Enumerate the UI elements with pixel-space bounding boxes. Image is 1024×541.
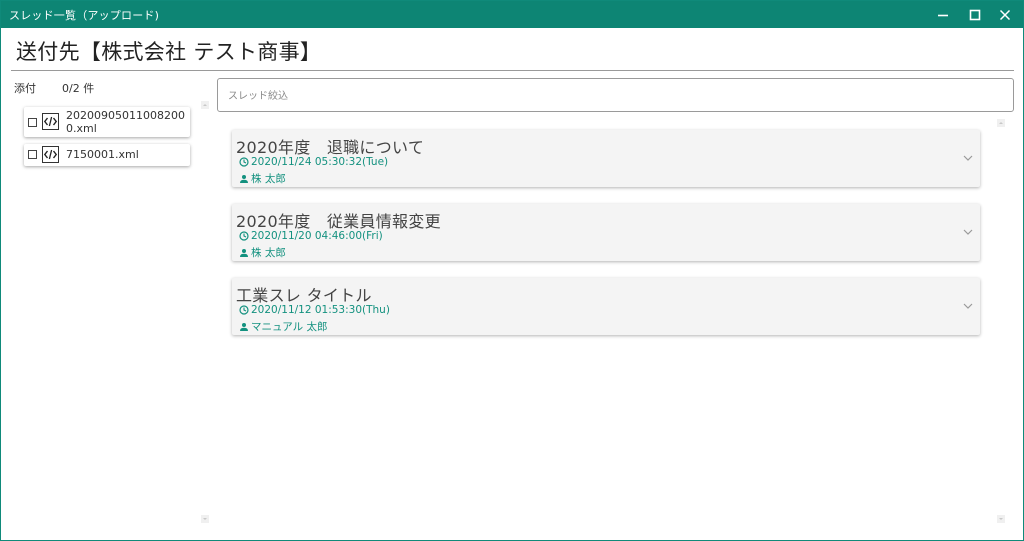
thread-author-text: 株 太郎: [251, 247, 286, 259]
thread-datetime: 2020/11/12 01:53:30(Thu): [239, 304, 390, 316]
thread-title: 2020年度 退職について: [236, 138, 425, 157]
thread-datetime: 2020/11/20 04:46:00(Fri): [239, 230, 383, 242]
maximize-icon: [969, 9, 981, 20]
thread-datetime-text: 2020/11/24 05:30:32(Tue): [251, 156, 389, 168]
thread-author-text: マニュアル 太郎: [251, 321, 328, 333]
chevron-down-icon[interactable]: [962, 300, 974, 312]
title-divider: [11, 70, 1014, 71]
minimize-button[interactable]: [927, 1, 959, 28]
person-icon: [240, 248, 248, 257]
scroll-down-icon: [201, 515, 209, 523]
thread-title: 工業スレ タイトル: [236, 286, 372, 305]
xml-code-icon: [42, 113, 59, 130]
attachment-filename: 7150001.xml: [66, 148, 139, 161]
page-title: 送付先【株式会社 テスト商事】: [16, 40, 322, 64]
thread-datetime: 2020/11/24 05:30:32(Tue): [239, 156, 388, 168]
thread-card[interactable]: 工業スレ タイトル 2020/11/12 01:53:30(Thu) マニュアル…: [232, 278, 980, 335]
person-icon: [240, 322, 248, 331]
clock-icon: [239, 231, 249, 241]
scroll-down-arrow[interactable]: [200, 514, 210, 524]
maximize-button[interactable]: [959, 1, 991, 28]
close-button[interactable]: [989, 1, 1021, 28]
thread-author: 株 太郎: [239, 171, 286, 186]
scroll-down-icon: [997, 515, 1005, 523]
thread-datetime-text: 2020/11/20 04:46:00(Fri): [251, 230, 383, 242]
clock-icon: [239, 305, 249, 315]
person-icon: [240, 174, 248, 183]
thread-author: 株 太郎: [239, 245, 286, 260]
scroll-up-arrow[interactable]: [996, 118, 1006, 128]
scroll-down-arrow[interactable]: [996, 514, 1006, 524]
thread-author: マニュアル 太郎: [239, 319, 328, 334]
scroll-up-icon: [997, 119, 1005, 127]
app-window: スレッド一覧（アップロード) 送付先【株式会社 テスト商事】 添付 0/2 件 …: [0, 0, 1024, 541]
attachments-count: 0/2 件: [62, 82, 95, 95]
attachment-item[interactable]: 202009050110082000.xml: [24, 107, 190, 137]
attachment-checkbox[interactable]: [28, 118, 37, 127]
thread-author-text: 株 太郎: [251, 173, 286, 185]
scroll-up-icon: [201, 101, 209, 109]
thread-card[interactable]: 2020年度 退職について 2020/11/24 05:30:32(Tue) 株…: [232, 130, 980, 187]
thread-filter-input[interactable]: [228, 87, 988, 105]
thread-card[interactable]: 2020年度 従業員情報変更 2020/11/20 04:46:00(Fri) …: [232, 204, 980, 261]
thread-filter-box[interactable]: [217, 78, 1014, 112]
title-bar[interactable]: スレッド一覧（アップロード): [1, 1, 1023, 28]
close-icon: [999, 9, 1011, 20]
attachment-item[interactable]: 7150001.xml: [24, 144, 190, 166]
chevron-down-icon[interactable]: [962, 226, 974, 238]
xml-code-icon: [42, 146, 59, 163]
scroll-up-arrow[interactable]: [200, 100, 210, 110]
attachment-checkbox[interactable]: [28, 150, 37, 159]
attachments-label: 添付: [14, 82, 36, 95]
window-title: スレッド一覧（アップロード): [9, 9, 160, 22]
thread-datetime-text: 2020/11/12 01:53:30(Thu): [251, 304, 390, 316]
clock-icon: [239, 157, 249, 167]
thread-title: 2020年度 従業員情報変更: [236, 212, 441, 231]
chevron-down-icon[interactable]: [962, 152, 974, 164]
attachment-filename: 202009050110082000.xml: [66, 109, 185, 135]
minimize-icon: [938, 14, 948, 16]
